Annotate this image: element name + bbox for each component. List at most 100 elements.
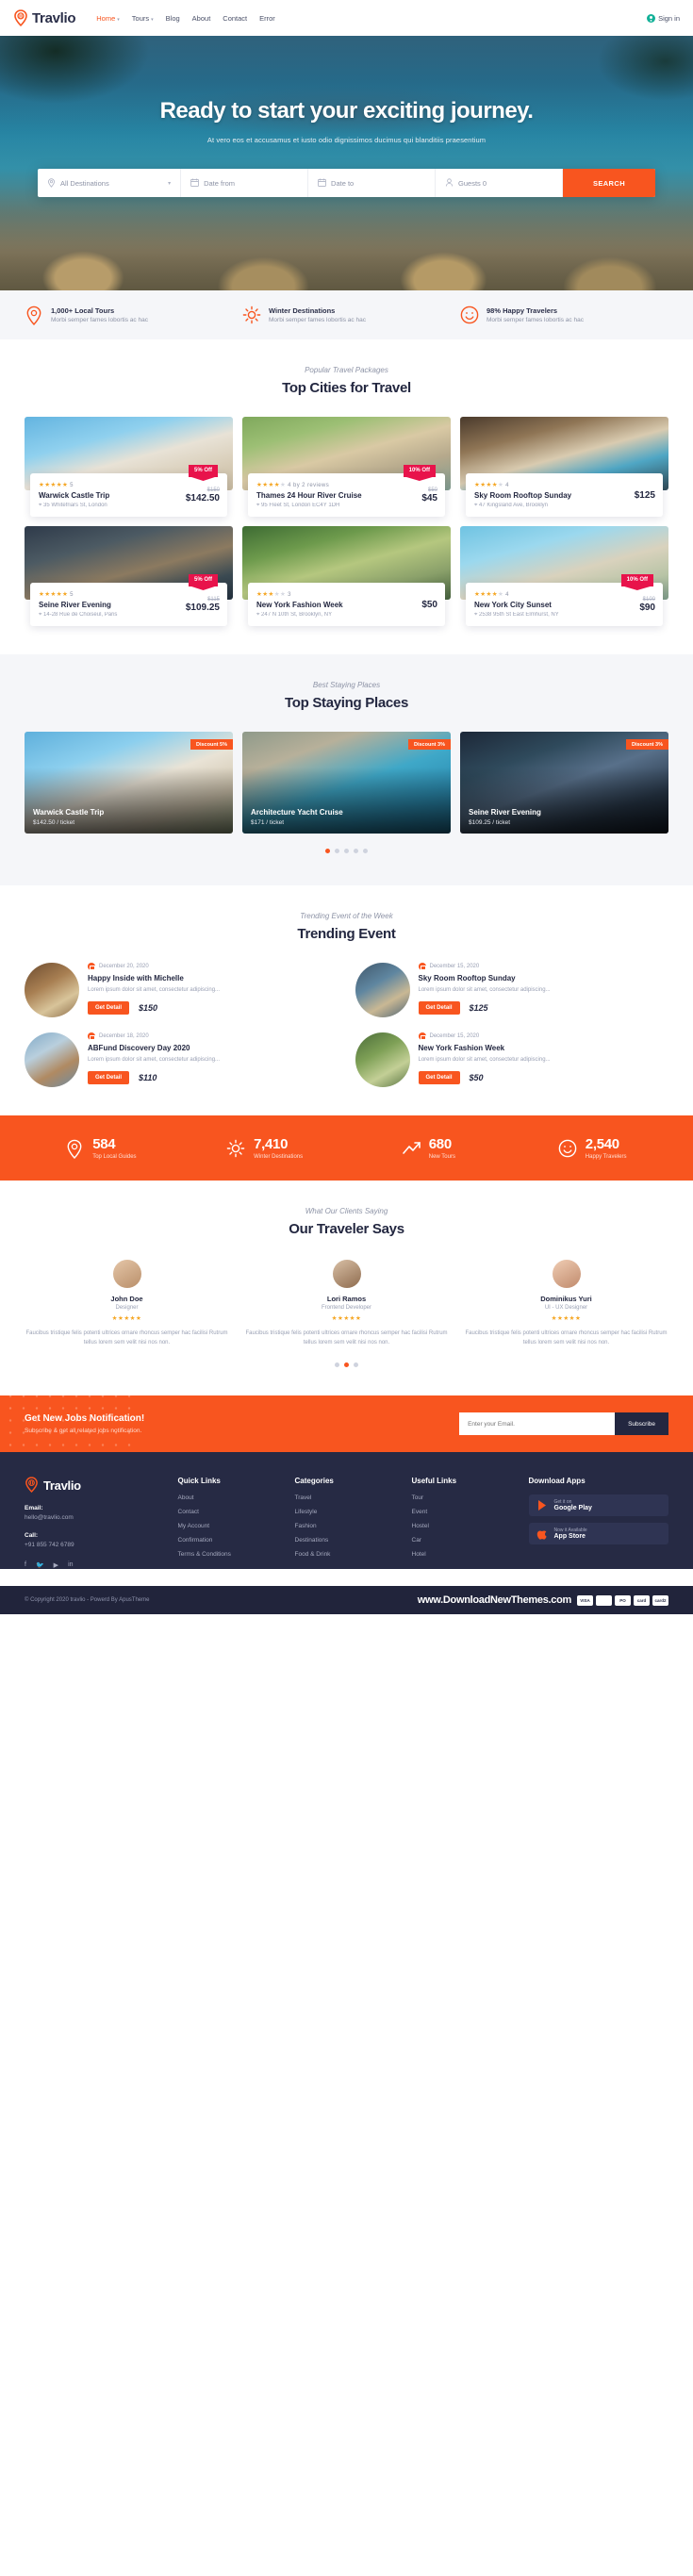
staying-card-grid: Discount 5% Warwick Castle Trip $142.50 …	[0, 711, 693, 834]
footer-link[interactable]: Hotel	[412, 1551, 516, 1558]
footer-link[interactable]: Confirmation	[178, 1537, 282, 1544]
footer-link[interactable]: My Account	[178, 1523, 282, 1529]
event-date: December 15, 2020	[429, 964, 480, 969]
card-address: ⌖ 47 Kingsland Ave, Brooklyn	[474, 503, 548, 508]
get-detail-button[interactable]: Get Detail	[418, 1071, 460, 1085]
card-title: Thames 24 Hour River Cruise	[256, 491, 362, 500]
get-detail-button[interactable]: Get Detail	[88, 1071, 130, 1085]
footer-link[interactable]: Fashion	[295, 1523, 399, 1529]
section-subtitle: Best Staying Places	[312, 681, 381, 689]
carousel-dots[interactable]	[0, 849, 693, 853]
city-card[interactable]: 5% Off ★★★★★ 5 Warwick Castle Trip ⌖ 35 W…	[25, 417, 233, 517]
column-heading: Download Apps	[528, 1477, 586, 1486]
price: $109.25	[185, 602, 220, 613]
nav-item-tours[interactable]: Tours ▾	[132, 14, 154, 23]
nav-item-contact[interactable]: Contact	[223, 14, 247, 23]
client-name: Lori Ramos	[326, 1295, 367, 1303]
discount-badge: Discount 5%	[190, 739, 233, 750]
carousel-dot[interactable]	[363, 849, 368, 853]
footer-link[interactable]: Travel	[295, 1494, 399, 1501]
event-thumbnail	[25, 1032, 79, 1087]
date-from-field[interactable]: Date from	[181, 169, 309, 197]
guests-field[interactable]: Guests 0	[436, 169, 563, 197]
section-subtitle: What Our Clients Saying	[305, 1207, 388, 1215]
stat-item: 584 Top Local Guides	[19, 1136, 183, 1160]
nav-item-home[interactable]: Home ▾	[96, 14, 120, 23]
section-header: Trending Event of the Week Trending Even…	[25, 912, 668, 942]
email-input[interactable]	[459, 1412, 616, 1436]
trending-item[interactable]: December 18, 2020 ABFund Discovery Day 2…	[25, 1032, 338, 1087]
client-name: Dominikus Yuri	[540, 1295, 592, 1303]
footer-link[interactable]: Terms & Conditions	[178, 1551, 282, 1558]
facebook-icon[interactable]: f	[25, 1561, 26, 1569]
footer-link[interactable]: Lifestyle	[295, 1509, 399, 1515]
city-card[interactable]: 5% Off ★★★★★ 5 Seine River Evening ⌖ 14-2…	[25, 526, 233, 626]
carousel-dot[interactable]	[344, 1362, 349, 1368]
carousel-dot[interactable]	[335, 849, 339, 853]
top-staying-section: Best Staying Places Top Staying Places D…	[0, 654, 693, 885]
footer-link[interactable]: Food & Drink	[295, 1551, 399, 1558]
carousel-dot[interactable]	[344, 849, 349, 853]
get-detail-button[interactable]: Get Detail	[88, 1001, 130, 1016]
column-heading: Useful Links	[411, 1477, 457, 1486]
trending-item[interactable]: December 20, 2020 Happy Inside with Mich…	[25, 963, 338, 1017]
stats-bar: 584 Top Local Guides 7,410 Winter Destin…	[0, 1115, 693, 1181]
trending-item[interactable]: December 15, 2020 Sky Room Rooftop Sunda…	[355, 963, 669, 1017]
carousel-dots[interactable]	[25, 1362, 668, 1368]
card-price: $109.25 / ticket	[469, 819, 511, 826]
card-title: New York City Sunset	[474, 601, 552, 609]
call-value[interactable]: +91 855 742 6789	[25, 1542, 165, 1548]
carousel-dot[interactable]	[354, 849, 358, 853]
email-value[interactable]: hello@travlio.com	[25, 1514, 165, 1521]
app-store-badge[interactable]: Get it on Google Play	[528, 1494, 668, 1517]
carousel-dot[interactable]	[354, 1362, 358, 1368]
map-pin-icon	[25, 305, 43, 326]
logo[interactable]: Travlio	[13, 9, 76, 27]
city-card[interactable]: 10% Off ★★★★★ 4 by 2 reviews Thames 24 Ho…	[242, 417, 451, 517]
nav-item-about[interactable]: About	[192, 14, 211, 23]
rating-stars: ★★★★★ 4	[474, 482, 509, 488]
sign-in-button[interactable]: Sign in	[647, 13, 680, 23]
get-detail-button[interactable]: Get Detail	[418, 1001, 460, 1016]
staying-card[interactable]: Discount 3% Architecture Yacht Cruise $1…	[242, 732, 451, 834]
footer-link[interactable]: Hostel	[412, 1523, 516, 1529]
staying-card[interactable]: Discount 5% Warwick Castle Trip $142.50 …	[25, 732, 233, 834]
linkedin-icon[interactable]: in	[68, 1561, 73, 1569]
carousel-dot[interactable]	[325, 849, 330, 853]
subscribe-button[interactable]: Subscribe	[615, 1412, 668, 1436]
footer-link[interactable]: Car	[412, 1537, 516, 1544]
nav-item-error[interactable]: Error	[259, 14, 275, 23]
city-card[interactable]: ★★★★★ 4 Sky Room Rooftop Sunday ⌖ 47 King…	[460, 417, 668, 517]
nav-item-blog[interactable]: Blog	[166, 14, 180, 23]
date-to-value: Date to	[331, 178, 355, 188]
footer-link[interactable]: Contact	[178, 1509, 282, 1515]
carousel-dot[interactable]	[335, 1362, 339, 1368]
testimonial-grid: John Doe Designer ★★★★★ Faucibus tristiq…	[25, 1237, 668, 1347]
footer-link[interactable]: Destinations	[295, 1537, 399, 1544]
price: $142.50	[185, 492, 220, 504]
feature-winter-destinations: Winter Destinations Morbi semper fames l…	[242, 305, 451, 324]
youtube-icon[interactable]: ▶	[54, 1561, 58, 1569]
card-address: ⌖ 247 N 10th St, Brooklyn, NY	[256, 612, 333, 618]
feature-sub: Morbi semper fames lobortis ac hac	[487, 317, 584, 323]
twitter-icon[interactable]: 🐦	[36, 1561, 44, 1569]
map-pin-icon	[65, 1139, 84, 1159]
footer-link[interactable]: Event	[412, 1509, 516, 1515]
staying-card[interactable]: Discount 3% Seine River Evening $109.25 …	[460, 732, 668, 834]
footer-logo[interactable]: Travlio	[25, 1477, 165, 1494]
sun-icon	[242, 305, 261, 324]
trending-item[interactable]: December 15, 2020 New York Fashion Week …	[355, 1032, 669, 1087]
app-store-badge[interactable]: Now it Available App Store	[528, 1523, 668, 1545]
city-card[interactable]: ★★★★★ 3 New York Fashion Week ⌖ 247 N 10t…	[242, 526, 451, 626]
copyright-bar: © Copyright 2020 travlio - Powerd By Apu…	[0, 1586, 693, 1615]
destination-select[interactable]: All Destinations ▾	[38, 169, 182, 197]
top-cities-section: Popular Travel Packages Top Cities for T…	[0, 339, 693, 654]
card-title: New York Fashion Week	[256, 601, 343, 609]
footer-link[interactable]: About	[178, 1494, 282, 1501]
footer-link[interactable]: Tour	[412, 1494, 516, 1501]
date-to-field[interactable]: Date to	[308, 169, 437, 197]
city-card[interactable]: 10% Off ★★★★★ 4 New York City Sunset ⌖ 25…	[460, 526, 668, 626]
search-button[interactable]: SEARCH	[562, 169, 655, 197]
calendar-icon	[88, 963, 95, 970]
card-title: Warwick Castle Trip	[39, 491, 110, 500]
